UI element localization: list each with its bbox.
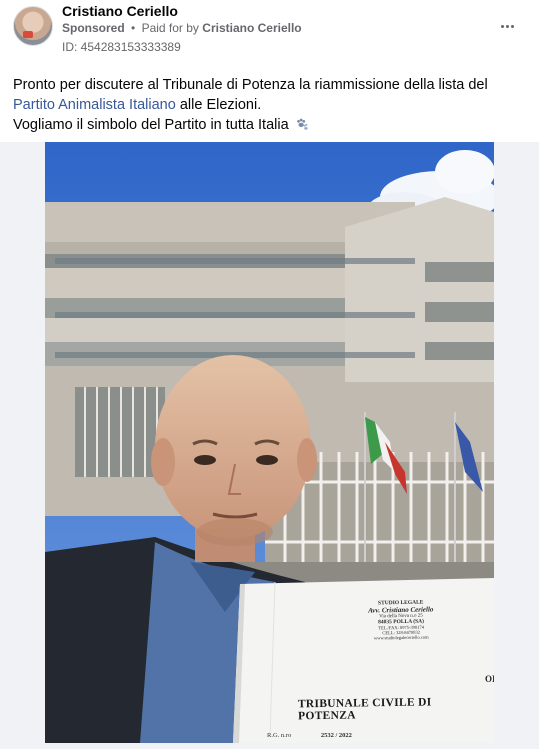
doc-rg-number: 2532 / 2022 (320, 732, 352, 739)
sponsored-label[interactable]: Sponsored (62, 21, 125, 35)
document-letterhead: STUDIO LEGALE Avv. Cristiano Ceriello Vi… (341, 599, 462, 641)
photo-illustration (45, 142, 494, 743)
post-text-line1: Pronto per discutere al Tribunale di Pot… (13, 77, 488, 93)
author-name[interactable]: Cristiano Ceriello (62, 3, 178, 19)
meta-separator: • (131, 21, 136, 35)
post-header: Cristiano Ceriello Sponsored • Paid for … (0, 0, 539, 62)
ad-id: ID: 454283153333389 (62, 40, 181, 54)
post-text-line3: Vogliamo il simbolo del Partito in tutta… (13, 117, 289, 133)
paw-prints-icon (296, 118, 308, 130)
doc-rg: R.G. n.ro 2532 / 2022 (267, 732, 352, 739)
more-options-button[interactable] (495, 12, 519, 36)
doc-court: TRIBUNALE CIVILE DI POTENZA (297, 696, 432, 723)
doc-side-code: OI (485, 674, 494, 684)
avatar[interactable] (13, 6, 53, 46)
media-frame: STUDIO LEGALE Avv. Cristiano Ceriello Vi… (0, 142, 539, 749)
post-text-line2: alle Elezioni. (179, 97, 262, 113)
more-horizontal-icon (500, 15, 515, 33)
doc-rg-label: R.G. n.ro (267, 732, 292, 739)
paid-for-prefix: Paid for by (141, 21, 199, 35)
paid-for-name: Cristiano Ceriello (202, 21, 302, 35)
post-text: Pronto per discutere al Tribunale di Pot… (13, 75, 528, 135)
sponsored-meta: Sponsored • Paid for by Cristiano Ceriel… (62, 21, 302, 35)
post-photo[interactable]: STUDIO LEGALE Avv. Cristiano Ceriello Vi… (45, 142, 494, 743)
party-link[interactable]: Partito Animalista Italiano (13, 97, 176, 113)
